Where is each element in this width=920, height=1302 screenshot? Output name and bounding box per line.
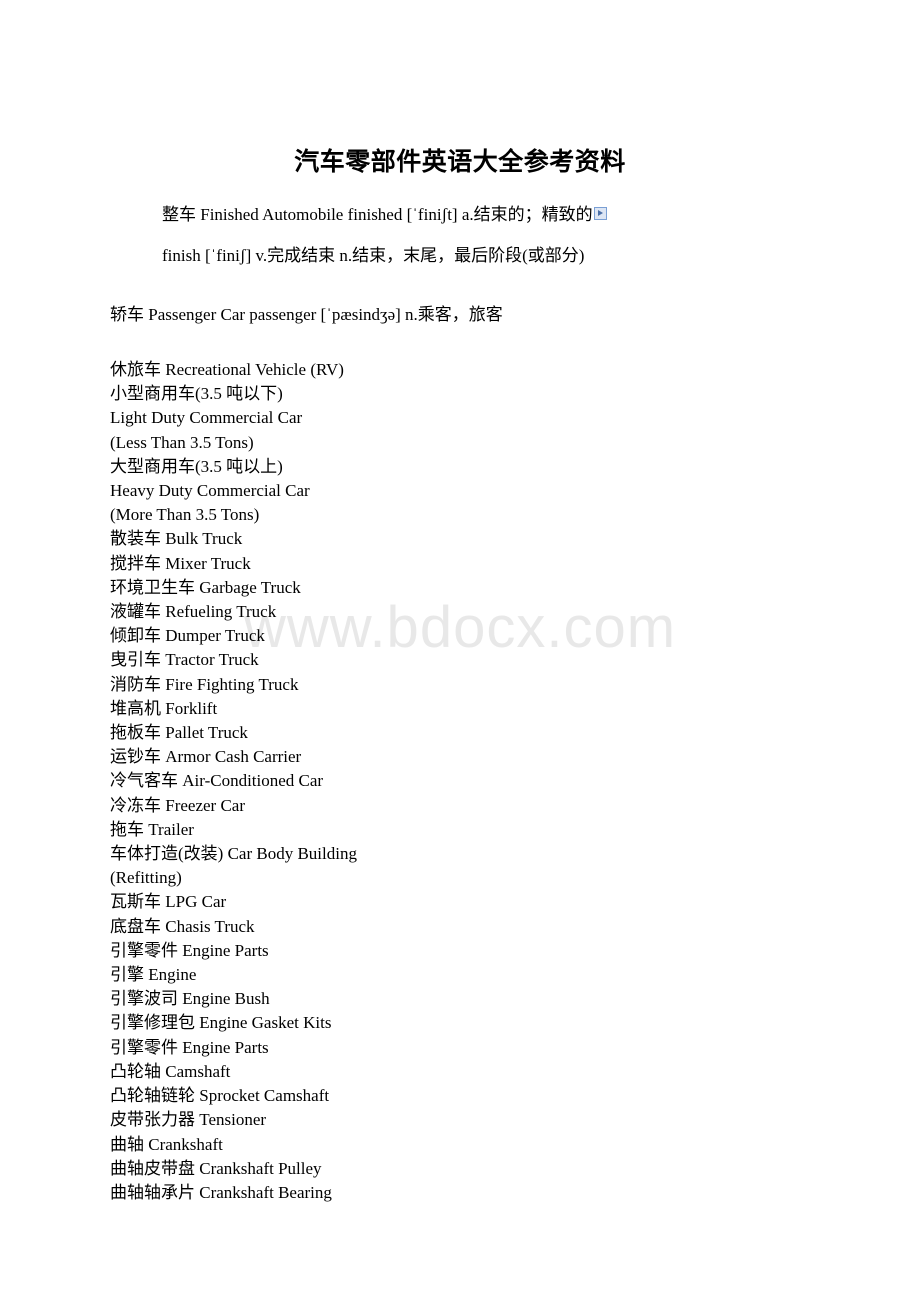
vocabulary-line: 散装车 Bulk Truck (110, 529, 243, 549)
vocabulary-line: 拖车 Trailer (110, 819, 194, 839)
vocabulary-line: Heavy Duty Commercial Car (110, 481, 310, 501)
vocabulary-line: 凸轮轴链轮 Sprocket Camshaft (110, 1086, 330, 1106)
page-title: 汽车零部件英语大全参考资料 (294, 149, 626, 176)
vocabulary-line: 底盘车 Chasis Truck (110, 916, 255, 936)
vocabulary-line: 引擎零件 Engine Parts (110, 1037, 269, 1057)
vocabulary-line: 车体打造(改装) Car Body Building (110, 844, 357, 864)
intro-paragraph-1: 整车 Finished Automobile finished [ˈfiniʃt… (110, 194, 850, 235)
vocabulary-line: 消防车 Fire Fighting Truck (110, 674, 299, 694)
intro-paragraph-3: 轿车 Passenger Car passenger [ˈpæsindʒə] n… (110, 294, 850, 335)
vocabulary-line: 休旅车 Recreational Vehicle (RV) (110, 360, 344, 379)
vocabulary-line: 运钞车 Armor Cash Carrier (110, 747, 302, 767)
vocabulary-line: 曲轴轴承片 Crankshaft Bearing (110, 1182, 332, 1202)
document-page: www.bdocx.com 汽车零部件英语大全参考资料 整车 Finished … (0, 0, 920, 1302)
vocabulary-line: 引擎 Engine (110, 965, 197, 985)
intro-paragraph-2: finish [ˈfiniʃ] v.完成结束 n.结束，末尾，最后阶段(或部分) (110, 235, 850, 276)
vocabulary-line: 大型商用车(3.5 吨以上) (110, 456, 283, 476)
vocabulary-line: (Refitting) (110, 868, 182, 888)
vocabulary-line: 小型商用车(3.5 吨以下) (110, 384, 283, 404)
vocabulary-list: 休旅车 Recreational Vehicle (RV) 小型商用车(3.5 吨… (110, 358, 870, 1205)
vocabulary-line: 冷冻车 Freezer Car (110, 795, 246, 815)
vocabulary-line: 引擎修理包 Engine Gasket Kits (110, 1013, 332, 1033)
vocabulary-line: 曳引车 Tractor Truck (110, 650, 259, 670)
vocabulary-line: 引擎零件 Engine Parts (110, 940, 269, 960)
vocabulary-line: 堆高机 Forklift (110, 698, 218, 718)
vocabulary-line: 冷气客车 Air-Conditioned Car (110, 771, 324, 791)
vocabulary-line: 曲轴 Crankshaft (110, 1134, 223, 1154)
vocabulary-line: 瓦斯车 LPG Car (110, 892, 227, 912)
vocabulary-line: 引擎波司 Engine Bush (110, 989, 270, 1009)
vocabulary-line: 倾卸车 Dumper Truck (110, 626, 265, 646)
vocabulary-line: Light Duty Commercial Car (110, 408, 303, 428)
vocabulary-line: 凸轮轴 Camshaft (110, 1061, 231, 1081)
intro-text-3: 轿车 Passenger Car passenger [ˈpæsindʒə] n… (110, 305, 503, 324)
vocabulary-line: 拖板车 Pallet Truck (110, 723, 248, 743)
vocabulary-line: 搅拌车 Mixer Truck (110, 553, 251, 573)
vocabulary-line: 皮带张力器 Tensioner (110, 1110, 267, 1130)
vocabulary-line: 环境卫生车 Garbage Truck (110, 577, 301, 597)
vocabulary-line: 液罐车 Refueling Truck (110, 602, 277, 622)
intro-text-1: 整车 Finished Automobile finished [ˈfiniʃt… (162, 205, 593, 224)
intro-text-2: finish [ˈfiniʃ] v.完成结束 n.结束，末尾，最后阶段(或部分) (162, 246, 585, 265)
vocabulary-line: 曲轴皮带盘 Crankshaft Pulley (110, 1158, 322, 1178)
expand-marker-icon[interactable] (593, 207, 607, 220)
vocabulary-line: (Less Than 3.5 Tons) (110, 432, 254, 452)
vocabulary-line: (More Than 3.5 Tons) (110, 505, 260, 525)
